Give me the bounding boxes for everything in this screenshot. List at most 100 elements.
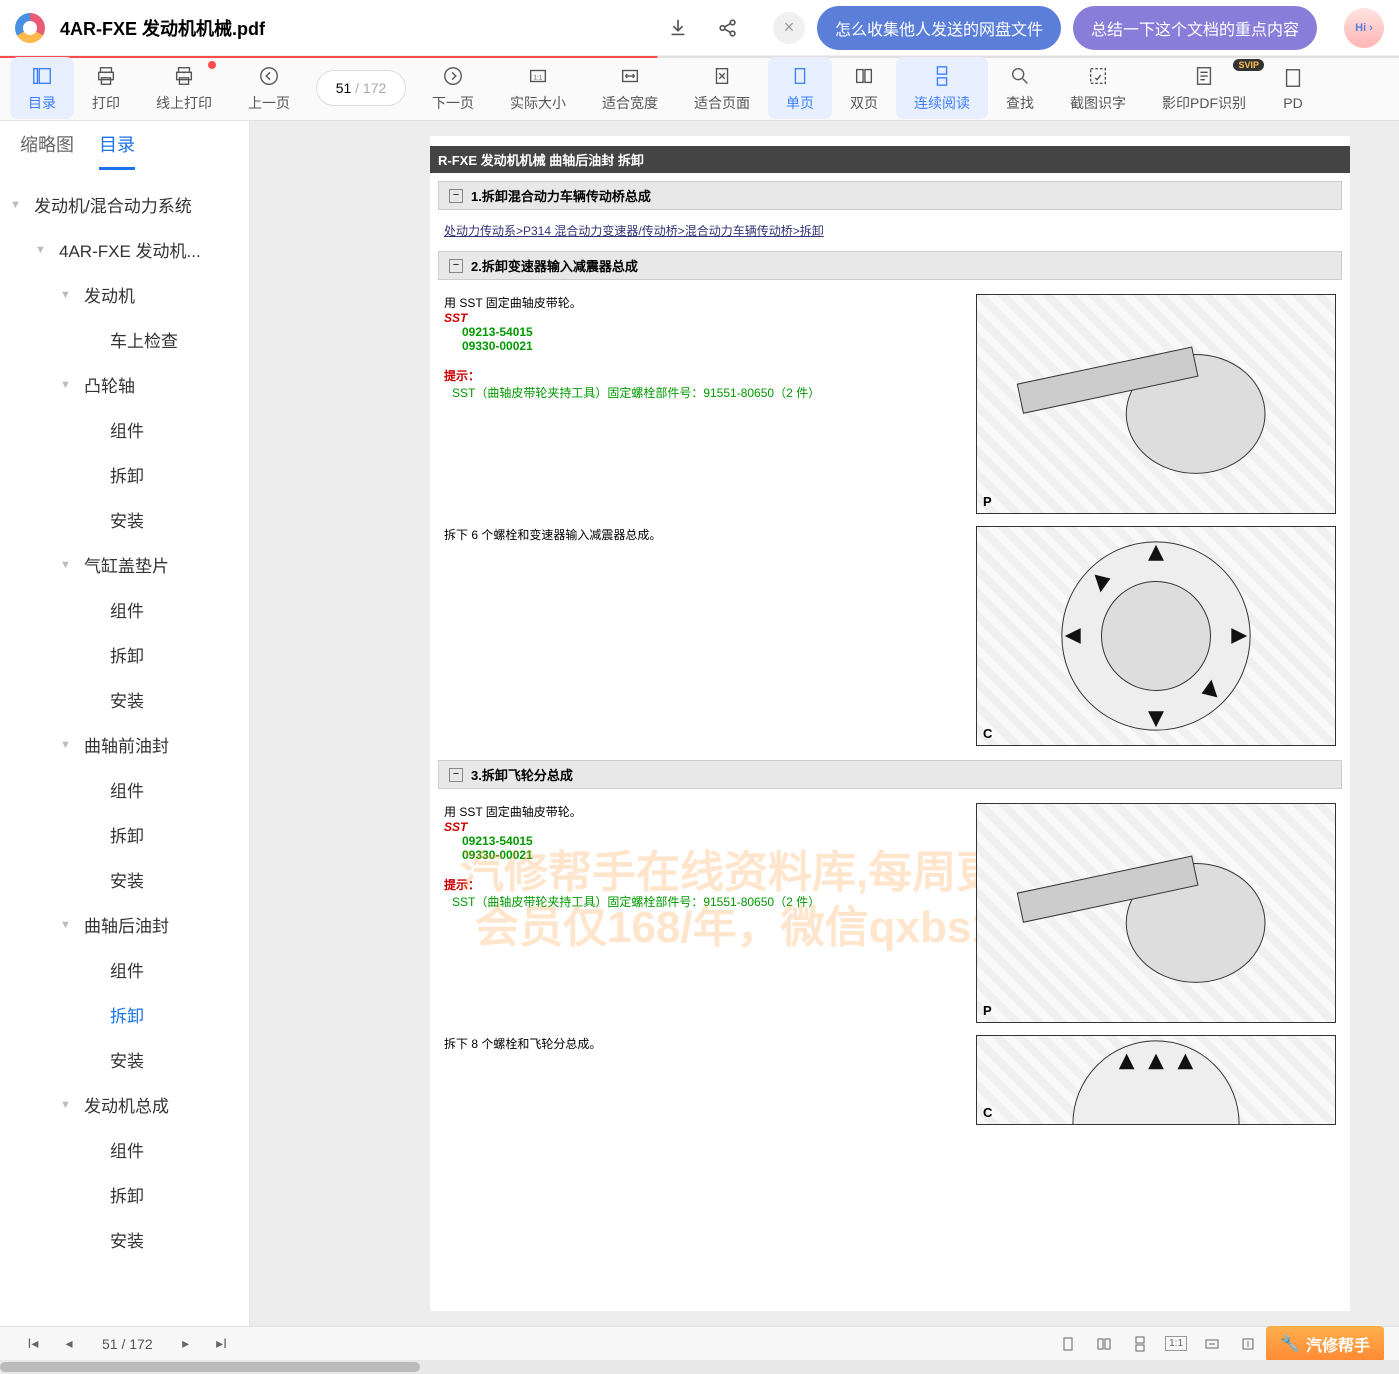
view-continuous-button[interactable]: [1122, 1330, 1158, 1358]
fit-w-icon: [619, 63, 641, 89]
sidebar: 缩略图 目录 ▼发动机/混合动力系统▼4AR-FXE 发动机...▼发动机车上检…: [0, 121, 250, 1326]
toolbar-find[interactable]: 查找: [988, 57, 1052, 119]
toc-item[interactable]: 拆卸: [0, 632, 249, 677]
actual-icon: 1:1: [527, 63, 549, 89]
toc-item[interactable]: 安装: [0, 497, 249, 542]
single-icon: [789, 63, 811, 89]
download-icon: [667, 17, 689, 39]
download-button[interactable]: [658, 8, 698, 48]
toolbar-pdftool[interactable]: PD: [1264, 59, 1322, 117]
view-single-button[interactable]: [1050, 1330, 1086, 1358]
continuous-icon: [931, 63, 953, 89]
chevron-down-icon: ▼: [60, 739, 78, 751]
collapse-icon[interactable]: −: [449, 259, 463, 273]
toolbar-fit-p[interactable]: 适合页面: [676, 57, 768, 119]
toolbar-print[interactable]: 打印: [74, 57, 138, 119]
toc-item[interactable]: ▼发动机总成: [0, 1082, 249, 1127]
collapse-icon[interactable]: −: [449, 189, 463, 203]
share-button[interactable]: [708, 8, 748, 48]
brand-badge[interactable]: 🔧 汽修帮手: [1266, 1326, 1384, 1362]
toolbar-ocr-pdf[interactable]: 影印PDF识别SVIP: [1144, 57, 1264, 119]
toc-item[interactable]: 安装: [0, 1217, 249, 1262]
doc-step-text: 用 SST 固定曲轴皮带轮。 SST 09213-54015 09330-000…: [444, 803, 956, 1023]
tab-thumbnails[interactable]: 缩略图: [20, 131, 74, 170]
suggestion-pill-collect[interactable]: 怎么收集他人发送的网盘文件: [817, 6, 1061, 50]
fit-p-icon: [711, 63, 733, 89]
toolbar-continuous[interactable]: 连续阅读: [896, 57, 988, 119]
toc-item[interactable]: ▼曲轴前油封: [0, 722, 249, 767]
toc-item[interactable]: 组件: [0, 1127, 249, 1172]
toc-item[interactable]: 安装: [0, 857, 249, 902]
toolbar-online-print[interactable]: 线上打印: [138, 57, 230, 119]
doc-step-row: 拆下 8 个螺栓和飞轮分总成。: [430, 1029, 1350, 1131]
notification-dot: [208, 61, 216, 69]
toolbar-catalog[interactable]: 目录: [10, 57, 74, 119]
doc-section-2: −2.拆卸变速器输入减震器总成: [438, 251, 1342, 280]
svip-badge: SVIP: [1233, 59, 1264, 71]
pdf-page: R-FXE 发动机机械 曲轴后油封 拆卸 −1.拆卸混合动力车辆传动桥总成 处动…: [430, 136, 1350, 1311]
toc-item[interactable]: 组件: [0, 947, 249, 992]
prev-page-button[interactable]: ◂: [51, 1330, 87, 1358]
toc-item[interactable]: 安装: [0, 677, 249, 722]
pdftool-icon: [1282, 65, 1304, 91]
find-icon: [1009, 63, 1031, 89]
toc-item[interactable]: 拆卸: [0, 452, 249, 497]
toolbar-ocr-img[interactable]: 截图识字: [1052, 57, 1144, 119]
share-icon: [717, 17, 739, 39]
toc-item[interactable]: ▼发动机/混合动力系统: [0, 182, 249, 227]
toc-item[interactable]: 安装: [0, 1037, 249, 1082]
next-icon: [442, 63, 464, 89]
zoom-fitw-button[interactable]: [1194, 1330, 1230, 1358]
toc-item[interactable]: 拆卸: [0, 1172, 249, 1217]
tab-toc[interactable]: 目录: [99, 131, 135, 170]
toolbar-double[interactable]: 双页: [832, 57, 896, 119]
chevron-down-icon: ▼: [10, 199, 28, 211]
toolbar-fit-w[interactable]: 适合宽度: [584, 57, 676, 119]
toc-item[interactable]: 组件: [0, 587, 249, 632]
pdf-viewport[interactable]: R-FXE 发动机机械 曲轴后油封 拆卸 −1.拆卸混合动力车辆传动桥总成 处动…: [250, 121, 1399, 1326]
doc-step-row: 用 SST 固定曲轴皮带轮。 SST 09213-54015 09330-000…: [430, 288, 1350, 520]
zoom-fitp-button[interactable]: [1230, 1330, 1266, 1358]
ai-avatar[interactable]: Hi ›: [1344, 8, 1384, 48]
toc-item[interactable]: 拆卸: [0, 992, 249, 1037]
toc-item[interactable]: ▼发动机: [0, 272, 249, 317]
toc-item[interactable]: ▼4AR-FXE 发动机...: [0, 227, 249, 272]
toc-item[interactable]: ▼曲轴后油封: [0, 902, 249, 947]
toc-item[interactable]: 组件: [0, 767, 249, 812]
view-double-button[interactable]: [1086, 1330, 1122, 1358]
collapse-icon[interactable]: −: [449, 768, 463, 782]
suggestion-pill-summary[interactable]: 总结一下这个文档的重点内容: [1073, 6, 1317, 50]
toolbar-single[interactable]: 单页: [768, 57, 832, 119]
app-logo: [15, 13, 45, 43]
print-icon: [95, 63, 117, 89]
doc-page-header: R-FXE 发动机机械 曲轴后油封 拆卸: [430, 146, 1350, 173]
doc-step-row: 拆下 6 个螺栓和变速器输入减震器总成。: [430, 520, 1350, 752]
doc-link-1[interactable]: 处动力传动系>P314 混合动力变速器/传动桥>混合动力车辆传动桥>拆卸: [430, 218, 1350, 243]
toolbar-actual[interactable]: 1:1实际大小: [492, 57, 584, 119]
last-page-button[interactable]: ▸I: [204, 1330, 240, 1358]
doc-diagram-c2: [976, 1035, 1336, 1125]
next-page-button[interactable]: ▸: [168, 1330, 204, 1358]
first-page-button[interactable]: I◂: [15, 1330, 51, 1358]
doc-diagram-p1: [976, 294, 1336, 514]
close-suggestions-button[interactable]: ×: [773, 12, 805, 44]
toolbar-next[interactable]: 下一页: [414, 57, 492, 119]
toolbar-prev[interactable]: 上一页: [230, 57, 308, 119]
double-icon: [853, 63, 875, 89]
toc-item[interactable]: 车上检查: [0, 317, 249, 362]
ocr-img-icon: [1087, 63, 1109, 89]
sidebar-tabs: 缩略图 目录: [0, 121, 249, 170]
toc-item[interactable]: ▼凸轮轴: [0, 362, 249, 407]
toc-item[interactable]: 组件: [0, 407, 249, 452]
toc-item[interactable]: 拆卸: [0, 812, 249, 857]
horizontal-scrollbar[interactable]: [0, 1360, 1399, 1374]
ocr-pdf-icon: [1193, 63, 1215, 89]
zoom-actual-button[interactable]: 1:1: [1158, 1330, 1194, 1358]
prev-icon: [258, 63, 280, 89]
file-title: 4AR-FXE 发动机机械.pdf: [60, 15, 265, 41]
catalog-icon: [31, 63, 53, 89]
toc-tree[interactable]: ▼发动机/混合动力系统▼4AR-FXE 发动机...▼发动机车上检查▼凸轮轴组件…: [0, 170, 249, 1326]
toolbar-page-input[interactable]: 51 / 172: [316, 70, 406, 106]
toc-item[interactable]: ▼气缸盖垫片: [0, 542, 249, 587]
doc-diagram-c1: [976, 526, 1336, 746]
